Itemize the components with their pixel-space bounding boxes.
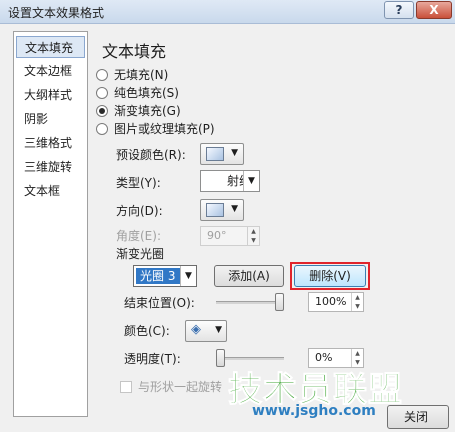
dropdown-arrow-icon: ▼ bbox=[231, 204, 238, 214]
paint-bucket-icon: ◈ bbox=[191, 322, 201, 337]
gradient-stop-select[interactable]: 光圈 3 ▼ bbox=[133, 265, 197, 287]
angle-label: 角度(E): bbox=[116, 229, 161, 243]
gradient-swatch-icon bbox=[206, 147, 224, 161]
type-label: 类型(Y): bbox=[116, 176, 161, 190]
dropdown-arrow-icon: ▼ bbox=[180, 266, 196, 286]
sidebar-item-text-box[interactable]: 文本框 bbox=[16, 180, 85, 202]
type-select[interactable]: 射线 ▼ bbox=[200, 170, 260, 192]
dropdown-arrow-icon: ▼ bbox=[231, 148, 238, 158]
sidebar-item-3d-format[interactable]: 三维格式 bbox=[16, 132, 85, 154]
spinner-arrows-icon: ▲ ▼ bbox=[247, 227, 259, 245]
rotate-with-shape-label: 与形状一起旋转 bbox=[138, 380, 223, 394]
dropdown-arrow-icon: ▼ bbox=[215, 325, 222, 335]
gradient-stops-label: 渐变光圈 bbox=[116, 247, 165, 261]
direction-swatch-icon bbox=[206, 203, 224, 217]
radio-icon bbox=[96, 87, 108, 99]
radio-gradient-fill-label: 渐变填充(G) bbox=[114, 104, 181, 118]
checkbox-icon bbox=[120, 381, 132, 393]
radio-picture-fill-label: 图片或纹理填充(P) bbox=[114, 122, 215, 136]
end-position-value: 100% bbox=[315, 295, 347, 308]
end-position-spinner[interactable]: 100% ▲ ▼ bbox=[308, 292, 364, 312]
watermark-url: www.jsgho.com bbox=[252, 403, 376, 419]
delete-stop-button[interactable]: 删除(V) bbox=[294, 265, 366, 287]
radio-icon bbox=[96, 69, 108, 81]
spinner-arrows-icon[interactable]: ▲ ▼ bbox=[351, 293, 363, 311]
title-bar: 设置文本效果格式 ? X bbox=[0, 0, 455, 24]
radio-checked-icon bbox=[96, 105, 108, 117]
sidebar-item-3d-rotation[interactable]: 三维旋转 bbox=[16, 156, 85, 178]
radio-icon bbox=[96, 123, 108, 135]
window-close-button[interactable]: X bbox=[416, 1, 452, 19]
slider-thumb[interactable] bbox=[275, 293, 284, 311]
radio-solid-fill-label: 纯色填充(S) bbox=[114, 86, 179, 100]
radio-no-fill-label: 无填充(N) bbox=[114, 68, 169, 82]
sidebar-item-text-fill[interactable]: 文本填充 bbox=[16, 36, 85, 58]
rotate-with-shape-checkbox: 与形状一起旋转 bbox=[120, 379, 222, 395]
radio-solid-fill[interactable]: 纯色填充(S) bbox=[96, 84, 179, 102]
window-title: 设置文本效果格式 bbox=[8, 6, 105, 20]
radio-no-fill[interactable]: 无填充(N) bbox=[96, 66, 168, 84]
slider-track bbox=[216, 301, 284, 304]
end-position-slider[interactable] bbox=[216, 292, 284, 312]
color-label: 颜色(C): bbox=[124, 324, 170, 338]
slider-thumb[interactable] bbox=[216, 349, 225, 367]
sidebar-item-outline-style[interactable]: 大纲样式 bbox=[16, 84, 85, 106]
transparency-label: 透明度(T): bbox=[124, 352, 181, 366]
sidebar-item-shadow[interactable]: 阴影 bbox=[16, 108, 85, 130]
end-position-label: 结束位置(O): bbox=[124, 296, 195, 310]
section-title: 文本填充 bbox=[102, 42, 167, 61]
angle-value: 90° bbox=[207, 229, 227, 242]
add-stop-button[interactable]: 添加(A) bbox=[214, 265, 284, 287]
gradient-stop-value: 光圈 3 bbox=[136, 268, 180, 284]
direction-button[interactable]: ▼ bbox=[200, 199, 244, 221]
sidebar-item-text-outline[interactable]: 文本边框 bbox=[16, 60, 85, 82]
angle-spinner: 90° ▲ ▼ bbox=[200, 226, 260, 246]
color-button[interactable]: ◈ ▼ bbox=[185, 320, 227, 342]
direction-label: 方向(D): bbox=[116, 204, 163, 218]
dropdown-arrow-icon: ▼ bbox=[243, 171, 259, 191]
radio-picture-fill[interactable]: 图片或纹理填充(P) bbox=[96, 120, 215, 138]
help-button[interactable]: ? bbox=[384, 1, 414, 19]
preset-colors-label: 预设颜色(R): bbox=[116, 148, 186, 162]
preset-colors-button[interactable]: ▼ bbox=[200, 143, 244, 165]
radio-gradient-fill[interactable]: 渐变填充(G) bbox=[96, 102, 181, 120]
slider-track bbox=[216, 357, 284, 360]
category-sidebar: 文本填充 文本边框 大纲样式 阴影 三维格式 三维旋转 文本框 bbox=[13, 31, 88, 417]
